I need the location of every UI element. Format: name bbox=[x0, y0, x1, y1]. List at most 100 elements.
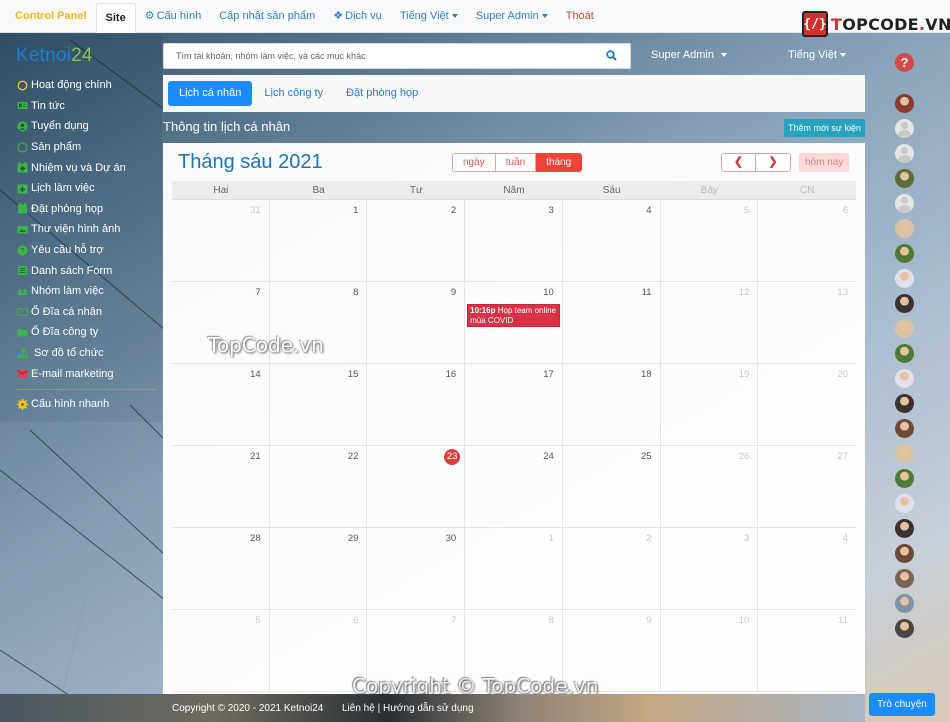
nav-services[interactable]: ❖ Dịch vụ bbox=[324, 0, 391, 33]
calendar-day[interactable]: 13 bbox=[758, 282, 856, 364]
calendar-event[interactable]: 10:16p Họp team online mùa COVID bbox=[467, 304, 560, 327]
view-month-button[interactable]: tháng bbox=[536, 153, 583, 172]
calendar-day[interactable]: 5 bbox=[660, 200, 759, 282]
user-avatar[interactable] bbox=[895, 344, 914, 363]
calendar-day[interactable]: 16 bbox=[367, 364, 466, 446]
calendar-day[interactable]: 21 bbox=[172, 446, 270, 528]
user-avatar[interactable] bbox=[895, 144, 914, 163]
user-avatar[interactable] bbox=[895, 419, 914, 438]
calendar-day[interactable]: 1 bbox=[269, 200, 368, 282]
user-avatar[interactable] bbox=[895, 519, 914, 538]
calendar-day[interactable]: 25 bbox=[562, 446, 661, 528]
contact-link[interactable]: Liên hệ bbox=[342, 703, 375, 714]
user-avatar[interactable] bbox=[895, 119, 914, 138]
sidebar-item-book-meeting-room[interactable]: Đặt phòng họp bbox=[17, 199, 157, 220]
nav-config[interactable]: ⚙ Cấu hình bbox=[136, 0, 211, 33]
calendar-day[interactable]: 27 bbox=[758, 446, 856, 528]
calendar-day[interactable]: 11 bbox=[562, 282, 661, 364]
calendar-day[interactable]: 26 bbox=[660, 446, 759, 528]
calendar-day[interactable]: 8 bbox=[269, 282, 368, 364]
chat-button[interactable]: Trò chuyện bbox=[869, 693, 935, 716]
next-month-button[interactable]: ❯ bbox=[756, 153, 791, 172]
sidebar-item-news[interactable]: Tin tức bbox=[17, 96, 157, 117]
calendar-day[interactable]: 28 bbox=[172, 528, 270, 610]
calendar-day[interactable]: 17 bbox=[465, 364, 563, 446]
help-button[interactable]: ? bbox=[895, 53, 914, 72]
sidebar-item-work-groups[interactable]: Nhóm làm việc bbox=[17, 281, 157, 302]
sidebar-item-image-library[interactable]: Thư viện hình ảnh bbox=[17, 219, 157, 240]
user-avatar[interactable] bbox=[895, 394, 914, 413]
nav-site[interactable]: Site bbox=[95, 2, 136, 33]
calendar-day[interactable]: 19 bbox=[660, 364, 759, 446]
today-button[interactable]: hôm nay bbox=[799, 153, 850, 172]
sidebar-item-tasks-projects[interactable]: Nhiệm vụ và Dự án bbox=[17, 157, 157, 178]
calendar-day[interactable]: 22 bbox=[269, 446, 368, 528]
view-week-button[interactable]: tuần bbox=[495, 153, 537, 172]
user-avatar[interactable] bbox=[895, 569, 914, 588]
calendar-day[interactable]: 31 bbox=[172, 200, 270, 282]
calendar-day[interactable]: 7 bbox=[367, 610, 466, 692]
sidebar-item-company-drive[interactable]: Ổ Đĩa công ty bbox=[17, 322, 157, 343]
tab-company-calendar[interactable]: Lịch công ty bbox=[253, 81, 334, 106]
calendar-day[interactable]: 8 bbox=[465, 610, 563, 692]
user-avatar[interactable] bbox=[895, 94, 914, 113]
user-avatar[interactable] bbox=[895, 269, 914, 288]
calendar-day[interactable]: 4 bbox=[562, 200, 661, 282]
calendar-day[interactable]: 7 bbox=[172, 282, 270, 364]
calendar-day[interactable]: 29 bbox=[269, 528, 368, 610]
calendar-day[interactable]: 5 bbox=[172, 610, 270, 692]
calendar-day[interactable]: 30 bbox=[367, 528, 466, 610]
search-icon[interactable] bbox=[606, 50, 617, 64]
calendar-day[interactable]: 9 bbox=[367, 282, 466, 364]
calendar-day[interactable]: 12 bbox=[660, 282, 759, 364]
prev-month-button[interactable]: ❮ bbox=[721, 153, 756, 172]
user-avatar[interactable] bbox=[895, 294, 914, 313]
user-avatar[interactable] bbox=[895, 594, 914, 613]
user-avatar[interactable] bbox=[895, 219, 914, 238]
calendar-day[interactable]: 2 bbox=[562, 528, 661, 610]
calendar-day[interactable]: 11 bbox=[758, 610, 856, 692]
sidebar-item-org-chart[interactable]: Sơ đồ tổ chức bbox=[17, 343, 157, 364]
calendar-day[interactable]: 6 bbox=[269, 610, 368, 692]
user-avatar[interactable] bbox=[895, 444, 914, 463]
user-avatar[interactable] bbox=[895, 544, 914, 563]
sidebar-item-support-request[interactable]: ? Yêu cầu hỗ trợ bbox=[17, 240, 157, 261]
user-avatar[interactable] bbox=[895, 369, 914, 388]
user-avatar[interactable] bbox=[895, 169, 914, 188]
sidebar-item-email-marketing[interactable]: E-mail marketing bbox=[17, 363, 157, 384]
tab-personal-calendar[interactable]: Lịch cá nhân bbox=[168, 81, 253, 106]
calendar-day[interactable]: 1 bbox=[465, 528, 563, 610]
calendar-day[interactable]: 6 bbox=[758, 200, 856, 282]
control-panel-link[interactable]: Control Panel bbox=[6, 0, 96, 33]
add-event-button[interactable]: Thêm mới sự kiện bbox=[784, 119, 865, 137]
calendar-day[interactable]: 14 bbox=[172, 364, 270, 446]
calendar-day[interactable]: 3 bbox=[660, 528, 759, 610]
calendar-day[interactable]: 10 10:16p Họp team online mùa COVID bbox=[465, 282, 563, 364]
calendar-day[interactable]: 24 bbox=[465, 446, 563, 528]
view-day-button[interactable]: ngày bbox=[452, 153, 496, 172]
calendar-day[interactable]: 18 bbox=[562, 364, 661, 446]
tab-book-meeting-room[interactable]: Đặt phòng họp bbox=[335, 81, 429, 106]
calendar-day[interactable]: 9 bbox=[562, 610, 661, 692]
user-avatar[interactable] bbox=[895, 319, 914, 338]
sidebar-item-main-activity[interactable]: Hoạt động chính bbox=[17, 75, 157, 96]
calendar-day[interactable]: 4 bbox=[758, 528, 856, 610]
user-avatar[interactable] bbox=[895, 469, 914, 488]
sidebar-item-recruitment[interactable]: Tuyển dụng bbox=[17, 116, 157, 137]
sidebar-item-form-list[interactable]: Danh sách Form bbox=[17, 260, 157, 281]
user-avatar[interactable] bbox=[895, 494, 914, 513]
logout-link[interactable]: Thoát bbox=[557, 0, 603, 33]
user-menu-dropdown[interactable]: Super Admin bbox=[651, 49, 727, 61]
sidebar-item-products[interactable]: Sản phẩm bbox=[17, 137, 157, 158]
user-avatar[interactable] bbox=[895, 244, 914, 263]
calendar-day[interactable]: 15 bbox=[269, 364, 368, 446]
search-input[interactable] bbox=[164, 44, 584, 68]
user-avatar[interactable] bbox=[895, 194, 914, 213]
calendar-day[interactable]: 10 bbox=[660, 610, 759, 692]
calendar-day[interactable]: 3 bbox=[465, 200, 563, 282]
calendar-day[interactable]: 20 bbox=[758, 364, 856, 446]
calendar-day[interactable]: 2 bbox=[367, 200, 466, 282]
user-avatar[interactable] bbox=[895, 619, 914, 638]
language-dropdown[interactable]: Tiếng Việt bbox=[788, 49, 846, 61]
sidebar-item-personal-drive[interactable]: Ổ Đĩa cá nhân bbox=[17, 302, 157, 323]
